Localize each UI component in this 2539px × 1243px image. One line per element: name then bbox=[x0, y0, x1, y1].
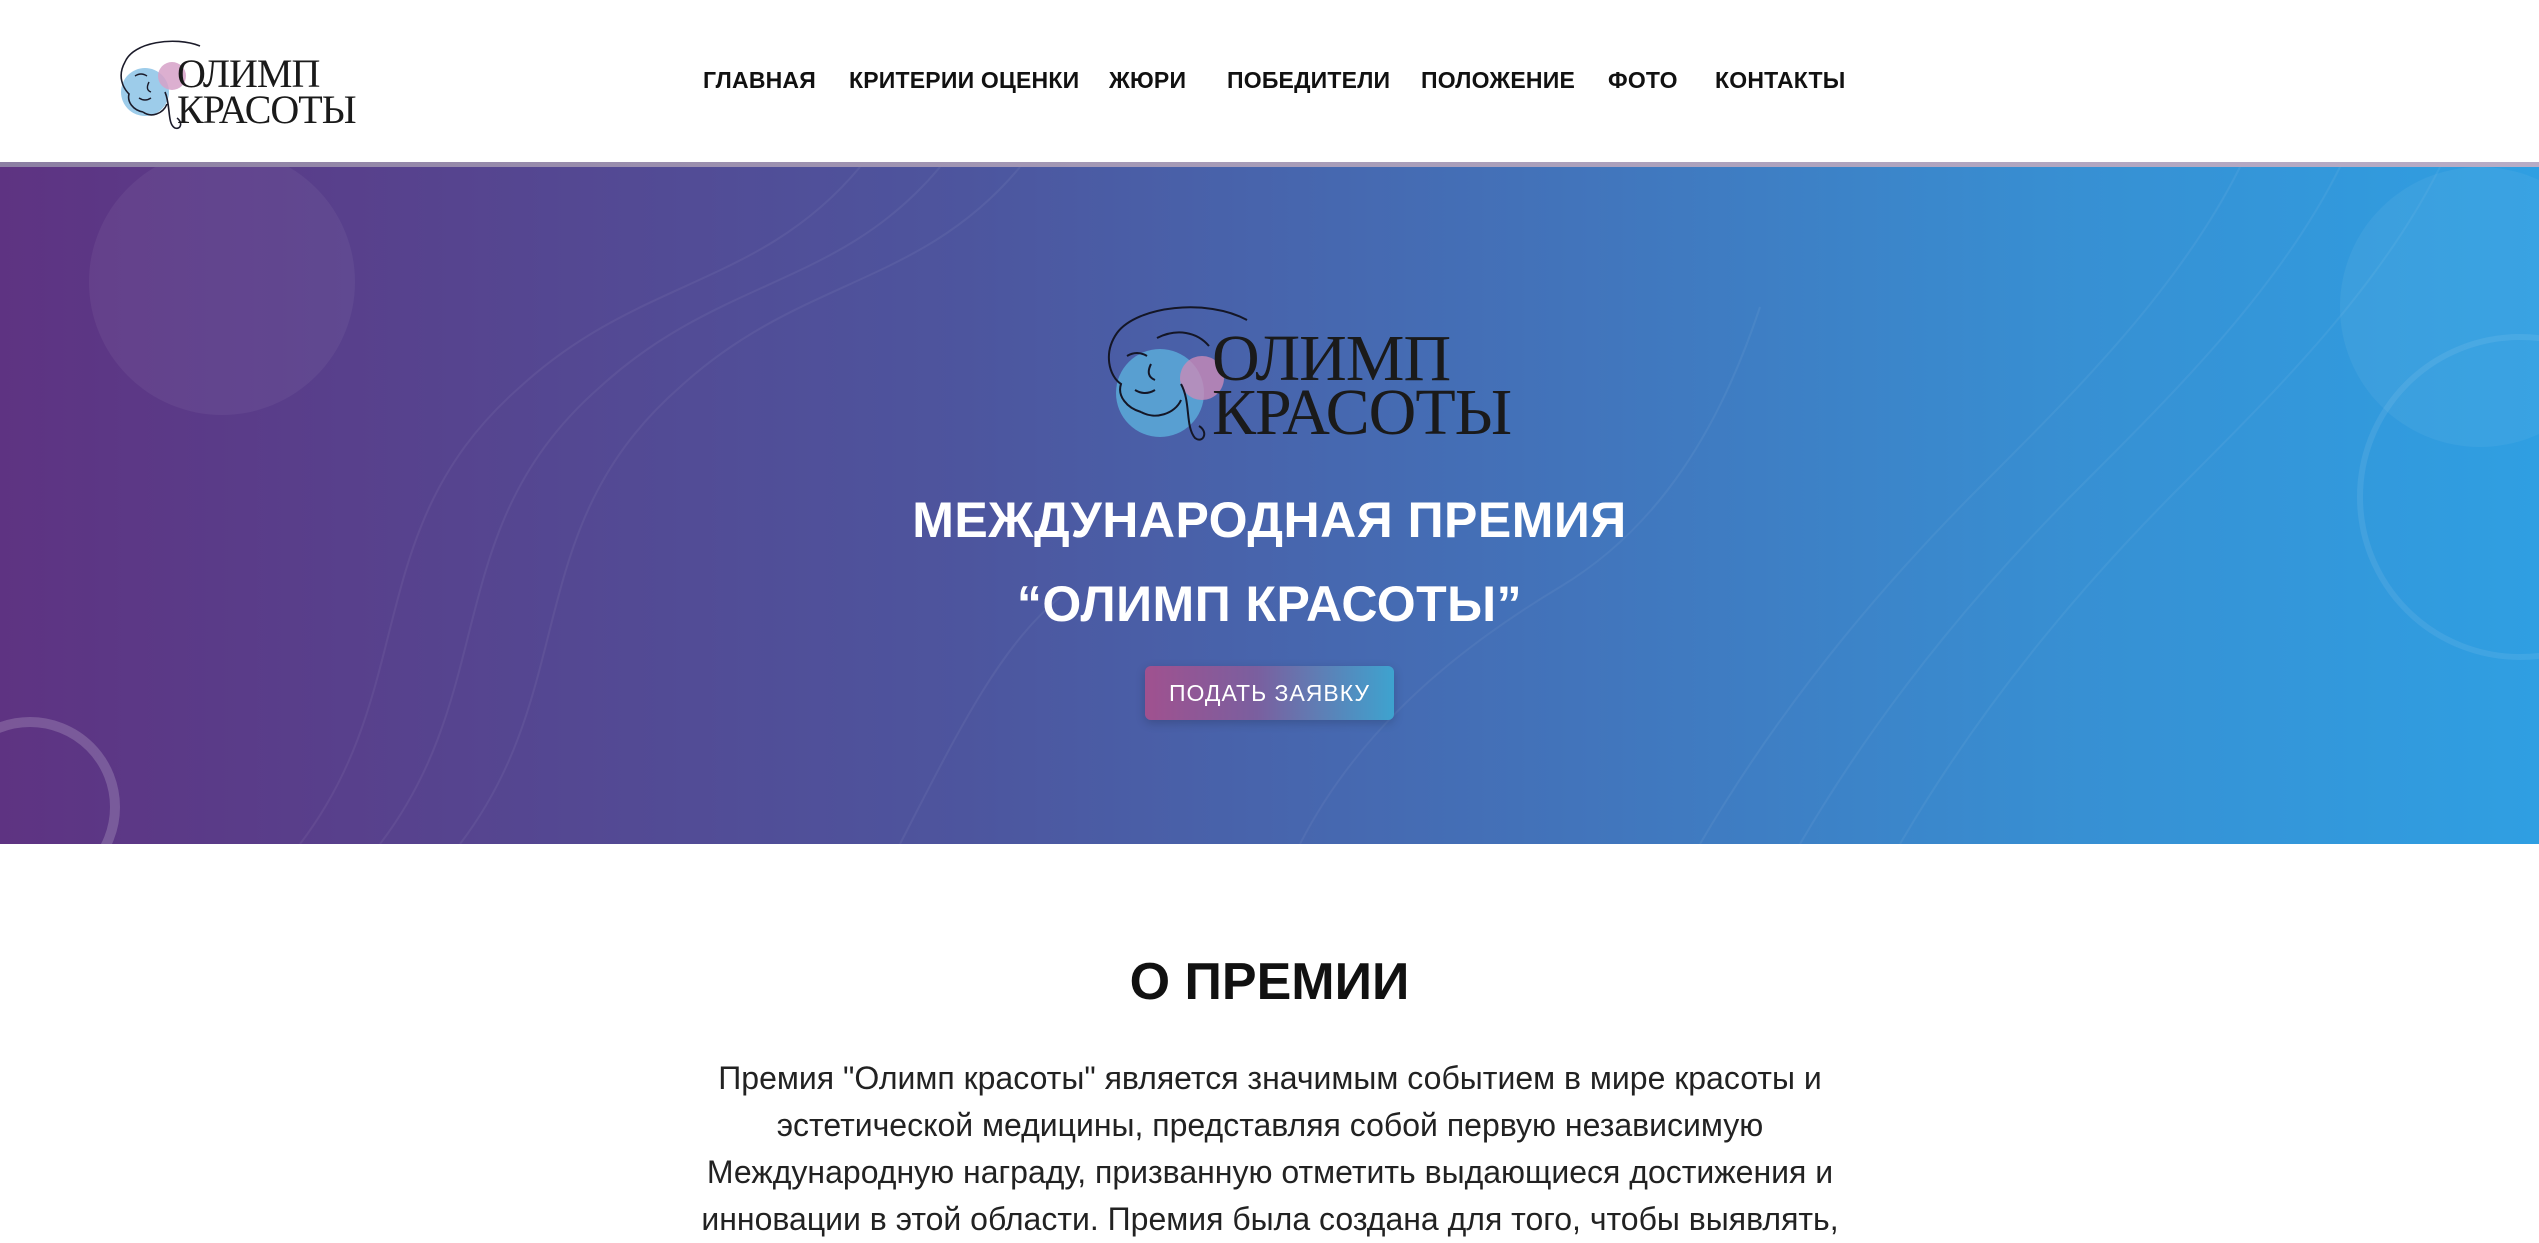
site-header: ОЛИМП КРАСОТЫ ГЛАВНАЯ КРИТЕРИИ ОЦЕНКИ ЖЮ… bbox=[0, 0, 2539, 164]
about-heading: О ПРЕМИИ bbox=[1129, 953, 1410, 1011]
hero-section: ОЛИМП КРАСОТЫ МЕЖДУНАРОДНАЯ ПРЕМИЯ “ОЛИМ… bbox=[0, 167, 2539, 844]
hero-title-line1: МЕЖДУНАРОДНАЯ ПРЕМИЯ bbox=[912, 492, 1627, 548]
nav-item-regulations[interactable]: ПОЛОЖЕНИЕ bbox=[1421, 60, 1575, 100]
nav-item-contacts[interactable]: КОНТАКТЫ bbox=[1715, 60, 1846, 100]
nav-item-photo[interactable]: ФОТО bbox=[1608, 60, 1678, 100]
hero-title-line2: “ОЛИМП КРАСОТЫ” bbox=[1016, 576, 1523, 632]
nav-item-jury[interactable]: ЖЮРИ bbox=[1109, 60, 1186, 100]
nav-item-home[interactable]: ГЛАВНАЯ bbox=[703, 60, 816, 100]
hero-logo-word-bottom: КРАСОТЫ bbox=[1212, 376, 1512, 449]
about-text: Премия "Олимп красоты" является значимым… bbox=[701, 1060, 1839, 1237]
hero-logo: ОЛИМП КРАСОТЫ bbox=[1097, 298, 1512, 448]
submit-application-button[interactable]: ПОДАТЬ ЗАЯВКУ bbox=[1145, 666, 1394, 720]
nav-item-winners[interactable]: ПОБЕДИТЕЛИ bbox=[1227, 60, 1390, 100]
main-nav: ГЛАВНАЯ КРИТЕРИИ ОЦЕНКИ ЖЮРИ ПОБЕДИТЕЛИ … bbox=[0, 60, 2539, 100]
nav-item-criteria[interactable]: КРИТЕРИИ ОЦЕНКИ bbox=[849, 60, 1079, 100]
